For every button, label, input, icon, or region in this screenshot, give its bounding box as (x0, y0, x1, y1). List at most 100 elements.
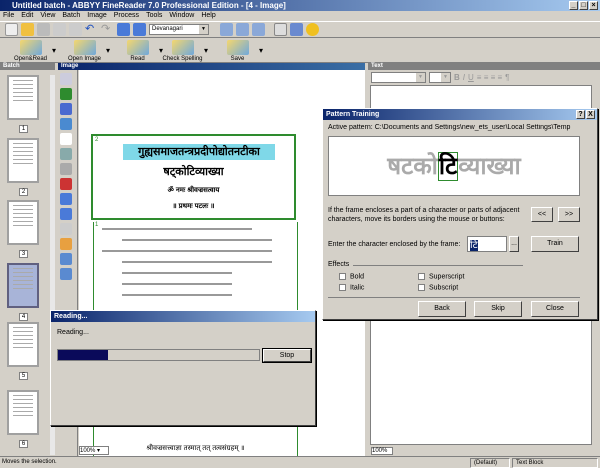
subscript-checkbox[interactable]: Subscript (418, 284, 458, 291)
menu-tools[interactable]: Tools (146, 11, 162, 21)
properties-icon[interactable] (60, 253, 72, 265)
back-button[interactable]: Back (418, 301, 466, 317)
font-select[interactable]: ▼ (371, 71, 426, 83)
character-input[interactable]: टि (467, 236, 507, 252)
invocation-line: ॐ नमः श्रीवज्रसत्वाय (167, 187, 220, 194)
layout-icon[interactable] (252, 23, 265, 36)
close-button[interactable]: × (589, 1, 598, 10)
underline-icon[interactable]: U (468, 73, 474, 82)
reading-dialog-title: Reading... (51, 311, 315, 322)
italic-checkbox[interactable]: Italic (339, 284, 364, 291)
status-bar: Moves the selection. (Default) Text Bloc… (0, 456, 600, 468)
body-text-lines (102, 228, 282, 305)
page-thumbnail[interactable] (7, 200, 39, 245)
browse-char-button[interactable]: ... (509, 236, 519, 252)
menu-bar: File Edit View Batch Image Process Tools Window… (0, 11, 600, 21)
dropdown-arrow-icon[interactable]: ▾ (259, 46, 263, 55)
toolbar-button-open-read[interactable]: Open&Read (8, 40, 53, 62)
superscript-checkbox[interactable]: Superscript (418, 273, 464, 280)
toolbar-icon (226, 40, 249, 55)
menu-batch[interactable]: Batch (62, 11, 80, 21)
italic-icon[interactable]: I (463, 73, 465, 82)
move-left-button[interactable]: << (531, 207, 553, 222)
eraser-icon[interactable] (60, 238, 72, 250)
cut-block-icon[interactable] (60, 163, 72, 175)
help-button[interactable]: ? (576, 110, 585, 119)
grid-icon[interactable] (60, 223, 72, 235)
toolbar-button-check-spelling[interactable]: Check Spelling (160, 40, 205, 62)
select-area-icon[interactable] (60, 73, 72, 85)
order-icon[interactable] (60, 208, 72, 220)
menu-help[interactable]: Help (201, 11, 215, 21)
dialog-title: Pattern Training (326, 111, 380, 118)
dropdown-arrow-icon[interactable]: ▾ (204, 46, 208, 55)
page-thumbnail[interactable] (7, 322, 39, 367)
page-thumbnail[interactable] (7, 75, 39, 120)
picture-block-frame[interactable]: 2 गुह्यसमाजतन्त्रप्रदीपोद्योतनटीका षट्को… (91, 134, 296, 220)
text-panel-header: Text (368, 63, 600, 70)
toolbar-icon (73, 40, 96, 55)
toolbar-button-open-image[interactable]: Open Image (62, 40, 107, 62)
chapter-line: ॥ प्रथमः पटलः ॥ (172, 203, 215, 210)
wizard-icon[interactable] (306, 23, 319, 36)
close-dialog-button[interactable]: Close (531, 301, 579, 317)
text-block-icon[interactable] (60, 88, 72, 100)
menu-edit[interactable]: Edit (21, 11, 33, 21)
toolbar-button-save[interactable]: Save (215, 40, 260, 62)
add-block-icon[interactable] (60, 148, 72, 160)
layout-icon[interactable] (220, 23, 233, 36)
move-right-button[interactable]: >> (558, 207, 580, 222)
align-icon[interactable]: ≡ ≡ ≡ ≡ (477, 73, 502, 82)
skip-button[interactable]: Skip (474, 301, 522, 317)
pattern-frame[interactable]: टि (437, 152, 459, 181)
stop-button[interactable]: Stop (262, 348, 312, 363)
analyze-icon[interactable] (60, 268, 72, 280)
last-text-line: श्रीवज्रसत्त्वाज्ञा तस्मात् तत् तत्वसंग्… (146, 445, 245, 452)
pointer-icon[interactable] (60, 133, 72, 145)
maximize-button[interactable]: □ (579, 1, 588, 10)
redo-icon[interactable]: ↷ (101, 23, 114, 36)
toolbar-button-read[interactable]: Read (115, 40, 160, 62)
page-thumbnail[interactable] (7, 138, 39, 183)
batch-panel-header: Batch (0, 63, 55, 70)
cut-icon[interactable] (37, 23, 50, 36)
new-icon[interactable] (5, 23, 18, 36)
menu-view[interactable]: View (40, 11, 55, 21)
table-block-icon[interactable] (60, 103, 72, 115)
text-zoom-select[interactable]: 100% (371, 447, 393, 455)
page-number-label: 1 (19, 125, 28, 133)
dropdown-arrow-icon[interactable]: ▾ (52, 46, 56, 55)
picture-block-icon[interactable] (60, 118, 72, 130)
dropdown-arrow-icon[interactable]: ▾ (106, 46, 110, 55)
bold-checkbox[interactable]: Bold (339, 273, 364, 280)
menu-image[interactable]: Image (87, 11, 106, 21)
table-icon[interactable] (290, 23, 303, 36)
image-zoom-select[interactable]: 100% ▾ (79, 446, 109, 455)
pilcrow-icon[interactable]: ¶ (505, 73, 509, 82)
bold-icon[interactable]: B (454, 73, 460, 82)
menu-file[interactable]: File (3, 11, 14, 21)
menu-process[interactable]: Process (114, 11, 139, 21)
pattern-preview[interactable]: षटकोटिव्याख्या (328, 136, 580, 196)
language-select[interactable]: Devanagari ▼ (149, 24, 209, 35)
page-number-label: 2 (19, 188, 28, 196)
view-icon[interactable] (274, 23, 287, 36)
next-page-icon[interactable] (133, 23, 146, 36)
minimize-button[interactable]: _ (569, 1, 578, 10)
delete-block-icon[interactable] (60, 178, 72, 190)
move-icon[interactable] (60, 193, 72, 205)
size-select[interactable]: ▼ (429, 71, 451, 83)
menu-window[interactable]: Window (169, 11, 194, 21)
dialog-close-button[interactable]: X (586, 110, 595, 119)
toolbar-icon (171, 40, 194, 55)
previous-page-icon[interactable] (117, 23, 130, 36)
copy-icon[interactable] (53, 23, 66, 36)
layout-icon[interactable] (236, 23, 249, 36)
train-button[interactable]: Train (531, 236, 579, 252)
open-icon[interactable] (21, 23, 34, 36)
paste-icon[interactable] (69, 23, 82, 36)
page-thumbnail[interactable] (7, 390, 39, 435)
active-pattern-label: Active pattern: (328, 124, 373, 131)
undo-icon[interactable]: ↶ (85, 23, 98, 36)
page-thumbnail[interactable] (7, 263, 39, 308)
